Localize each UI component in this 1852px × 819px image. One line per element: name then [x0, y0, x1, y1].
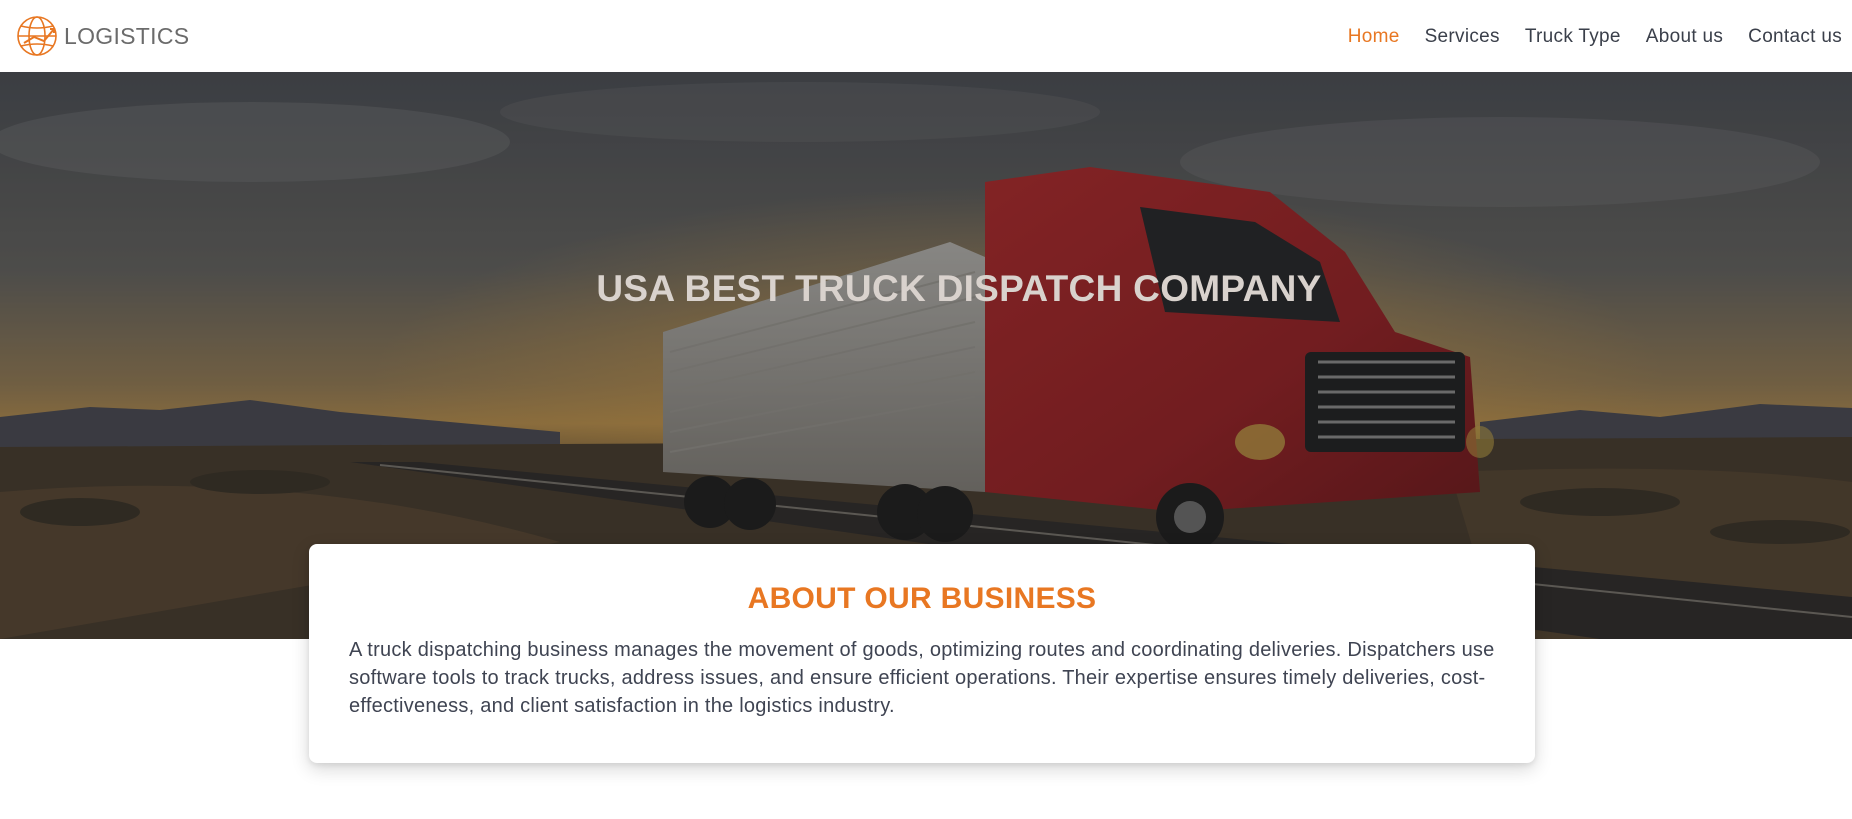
site-header: LOGISTICS Home Services Truck Type About… [0, 0, 1852, 72]
nav-truck-type[interactable]: Truck Type [1525, 27, 1621, 46]
nav-services[interactable]: Services [1425, 27, 1500, 46]
main-nav: Home Services Truck Type About us Contac… [1323, 0, 1852, 72]
about-card: ABOUT OUR BUSINESS A truck dispatching b… [309, 544, 1535, 763]
nav-home[interactable]: Home [1348, 27, 1400, 46]
brand-logo[interactable]: LOGISTICS [14, 13, 189, 59]
about-title: ABOUT OUR BUSINESS [747, 582, 1097, 615]
about-text: A truck dispatching business manages the… [349, 639, 1495, 717]
globe-truck-icon [17, 16, 57, 56]
nav-about-us[interactable]: About us [1646, 27, 1723, 46]
nav-contact-us[interactable]: Contact us [1748, 27, 1842, 46]
brand-name: LOGISTICS [64, 22, 190, 49]
hero-title: USA BEST TRUCK DISPATCH COMPANY [596, 268, 1322, 309]
